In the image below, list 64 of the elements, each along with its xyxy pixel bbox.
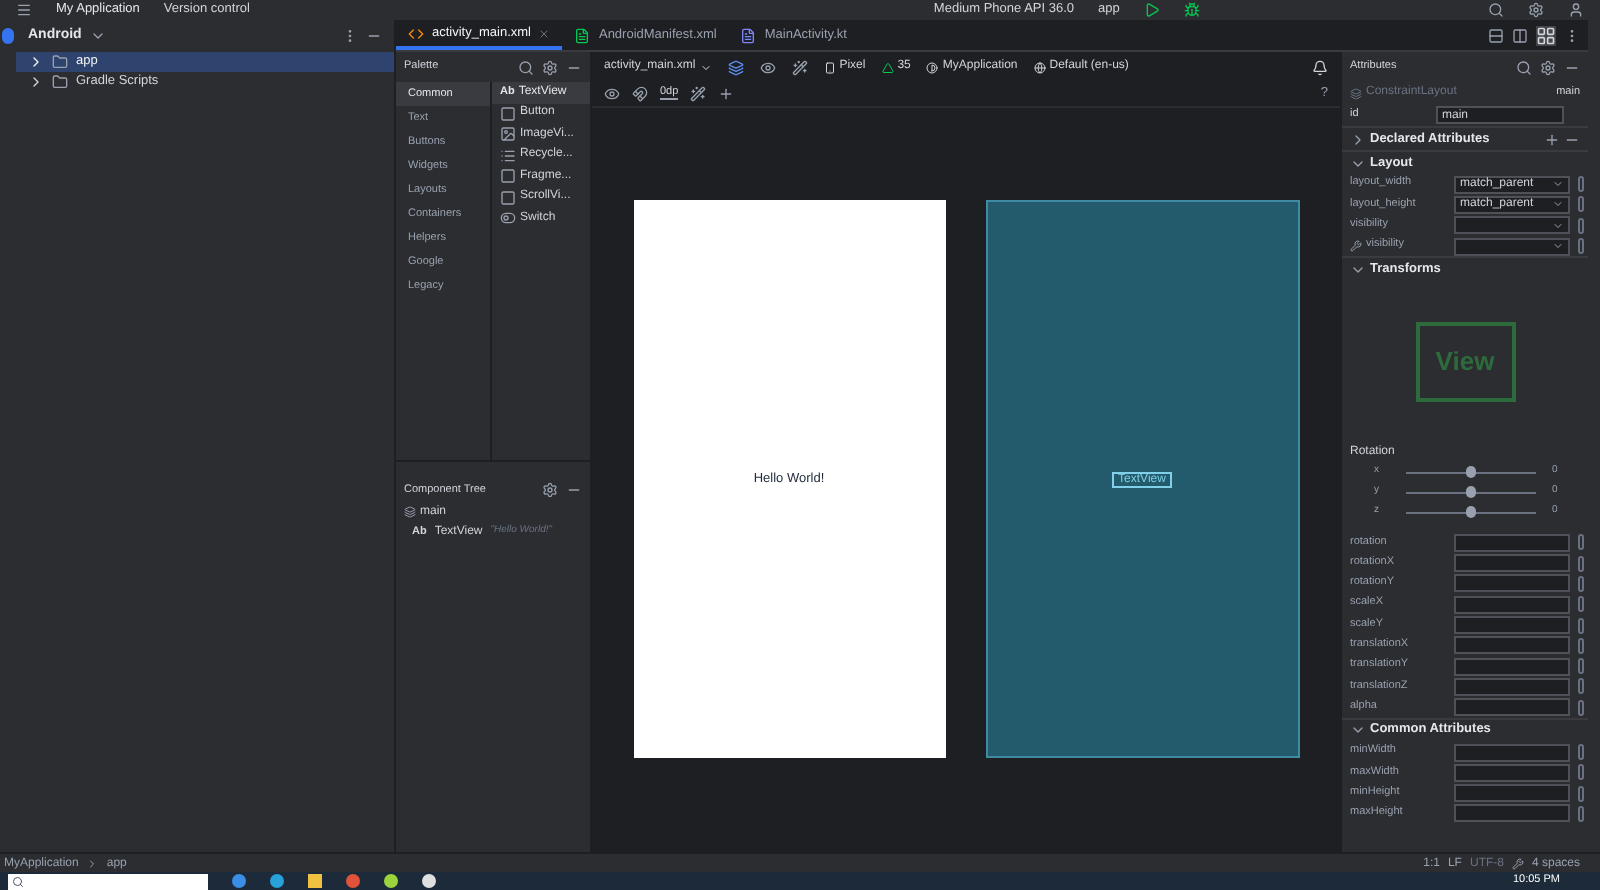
attribute-field[interactable] (1454, 698, 1570, 717)
phone-icon (823, 61, 836, 73)
attribute-field[interactable] (1454, 554, 1570, 573)
attribute-field[interactable] (1454, 533, 1570, 552)
folder-icon (52, 54, 68, 70)
kotlin-file-icon (740, 27, 757, 43)
run-icon[interactable] (1143, 2, 1160, 18)
constraint-layout-icon (1350, 87, 1362, 99)
caret-icon (699, 61, 712, 73)
image-widget-icon (500, 126, 516, 143)
wrench-icon[interactable] (1511, 857, 1524, 869)
code-file-icon (408, 25, 424, 41)
slider-thumb[interactable] (1466, 505, 1476, 518)
attribute-field[interactable] (1454, 804, 1570, 823)
caret-icon[interactable] (89, 28, 106, 44)
taskbar-app-icon[interactable] (270, 874, 284, 888)
attribute-field[interactable] (1454, 237, 1570, 256)
project-tool-icon[interactable] (2, 28, 14, 44)
taskbar-app-icon[interactable] (422, 874, 436, 888)
list-widget-icon (500, 147, 516, 164)
add-icon[interactable] (1544, 131, 1560, 147)
design-mode-icon[interactable] (727, 59, 744, 75)
search-icon (12, 875, 24, 887)
view-preview-box: View (1415, 322, 1515, 403)
settings-icon[interactable] (1528, 2, 1544, 18)
slider-thumb[interactable] (1466, 465, 1476, 478)
attribute-field[interactable] (1454, 636, 1570, 655)
wrench-icon (1350, 240, 1362, 253)
attribute-field[interactable] (1454, 657, 1570, 676)
account-icon[interactable] (1568, 2, 1584, 18)
slider-thumb[interactable] (1466, 485, 1476, 498)
menu-icon[interactable] (16, 2, 32, 18)
layout-icon (404, 506, 416, 518)
attribute-field[interactable] (1454, 595, 1570, 614)
search-icon[interactable] (1488, 2, 1504, 18)
attribute-field[interactable] (1454, 574, 1570, 593)
settings-icon[interactable] (542, 59, 558, 75)
code-view-icon[interactable] (1488, 27, 1504, 43)
taskbar-search-field[interactable] (8, 873, 208, 889)
attribute-field[interactable] (1454, 743, 1570, 761)
attribute-field[interactable] (1454, 216, 1570, 235)
debug-icon[interactable] (1183, 2, 1200, 18)
attribute-field[interactable] (1454, 763, 1570, 782)
warnings-icon[interactable] (1312, 59, 1328, 75)
settings-icon[interactable] (1540, 59, 1556, 75)
attribute-field[interactable] (1454, 677, 1570, 696)
settings-icon[interactable] (542, 482, 558, 498)
split-view-icon[interactable] (1512, 27, 1528, 43)
button-widget-icon (500, 105, 516, 122)
view-options-icon[interactable] (604, 86, 620, 102)
theme-icon (926, 61, 939, 73)
switch-widget-icon (500, 210, 516, 227)
close-icon[interactable] (538, 27, 551, 39)
breadcrumb-separator-icon (86, 857, 99, 869)
attribute-field[interactable] (1454, 616, 1570, 635)
globe-icon (1033, 61, 1046, 73)
design-view-icon[interactable] (1536, 25, 1556, 45)
taskbar-app-icon[interactable] (384, 874, 398, 888)
search-icon[interactable] (1516, 59, 1532, 75)
manifest-file-icon (574, 27, 591, 43)
expand-icon[interactable] (1350, 131, 1366, 147)
search-icon[interactable] (518, 59, 534, 75)
attribute-field[interactable] (1454, 784, 1570, 803)
folder-icon (52, 74, 68, 90)
